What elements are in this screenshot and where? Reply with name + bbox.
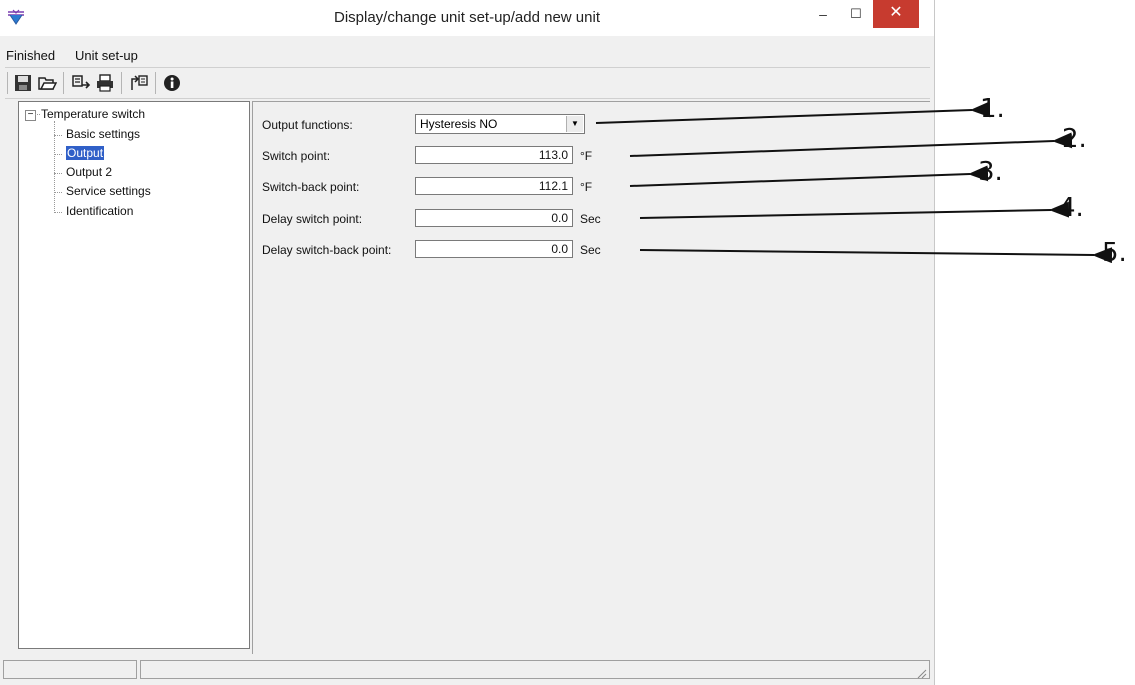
settings-tree: − Temperature switch Basic settings Outp… [18, 101, 250, 649]
callout-label-1: 1. [980, 94, 1005, 124]
callout-label-4: 4. [1059, 193, 1084, 223]
toolbar-separator [155, 72, 156, 94]
print-icon[interactable] [95, 73, 115, 93]
callout-label-3: 3. [978, 157, 1003, 187]
tree-item-service-settings[interactable]: Service settings [66, 184, 151, 198]
tree-connector [54, 173, 62, 174]
delay-switch-point-unit: Sec [580, 212, 601, 226]
output-functions-label: Output functions: [262, 118, 353, 132]
info-icon[interactable] [162, 73, 182, 93]
toolbar-separator [121, 72, 122, 94]
tree-connector [54, 154, 62, 155]
switch-back-point-label: Switch-back point: [262, 180, 360, 194]
toolbar-separator [7, 72, 8, 94]
menu-finished[interactable]: Finished [6, 48, 55, 63]
switch-point-label: Switch point: [262, 149, 331, 163]
chevron-down-icon[interactable]: ▼ [566, 116, 583, 132]
delay-switch-point-label: Delay switch point: [262, 212, 363, 226]
tree-root-temperature-switch[interactable]: Temperature switch [41, 107, 145, 121]
output-functions-select[interactable]: Hysteresis NO ▼ [415, 114, 585, 134]
toolbar [5, 67, 930, 99]
switch-back-point-unit: °F [580, 180, 593, 194]
callout-label-2: 2. [1062, 124, 1087, 154]
tree-connector [54, 135, 62, 136]
callout-label-5: 5. [1102, 238, 1127, 268]
tree-connector [54, 192, 62, 193]
status-bar [3, 659, 931, 681]
close-button[interactable]: ✕ [873, 0, 919, 28]
tree-collapse-icon[interactable]: − [25, 110, 36, 121]
save-icon[interactable] [13, 73, 33, 93]
toolbar-separator [63, 72, 64, 94]
tree-item-output[interactable]: Output [66, 146, 105, 160]
window-title: Display/change unit set-up/add new unit [333, 9, 600, 26]
minimize-button[interactable]: – [810, 4, 836, 32]
read-unit-icon[interactable] [71, 73, 91, 93]
resize-grip-icon[interactable] [915, 667, 927, 679]
status-pane-2 [140, 660, 930, 679]
delay-switch-back-point-unit: Sec [580, 243, 601, 257]
transfer-unit-icon[interactable] [129, 73, 149, 93]
status-pane-1 [3, 660, 137, 679]
switch-point-unit: °F [580, 149, 593, 163]
tree-connector [35, 114, 40, 115]
delay-switch-back-point-input[interactable]: 0.0 [415, 240, 573, 258]
menu-unit-setup[interactable]: Unit set-up [75, 48, 138, 63]
switch-back-point-input[interactable]: 112.1 [415, 177, 573, 195]
maximize-button[interactable]: ☐ [844, 4, 868, 32]
menu-bar: Finished Unit set-up [0, 44, 934, 64]
open-folder-icon[interactable] [37, 73, 57, 93]
application-window: Display/change unit set-up/add new unit … [0, 0, 935, 685]
tree-item-basic-settings[interactable]: Basic settings [66, 127, 140, 141]
delay-switch-back-point-label: Delay switch-back point: [262, 243, 392, 257]
tree-connector [54, 212, 62, 213]
title-bar: Display/change unit set-up/add new unit … [0, 0, 934, 36]
output-functions-value: Hysteresis NO [420, 117, 498, 131]
switch-point-input[interactable]: 113.0 [415, 146, 573, 164]
delay-switch-point-input[interactable]: 0.0 [415, 209, 573, 227]
tree-item-output-2[interactable]: Output 2 [66, 165, 112, 179]
tree-item-identification[interactable]: Identification [66, 204, 133, 218]
